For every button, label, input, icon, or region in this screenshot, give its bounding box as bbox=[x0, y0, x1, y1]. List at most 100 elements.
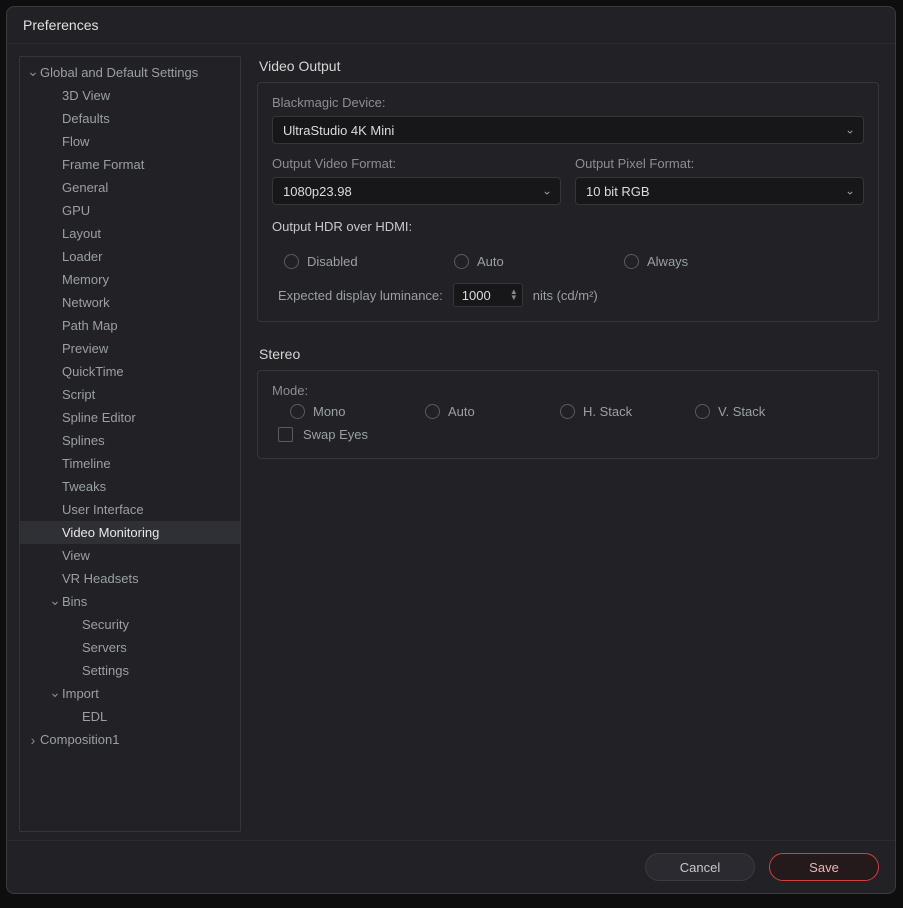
radio-label: Auto bbox=[448, 404, 475, 419]
sidebar-item-script[interactable]: Script bbox=[20, 383, 240, 406]
stereo-radio-vstack[interactable]: V. Stack bbox=[695, 404, 765, 419]
sidebar-item-timeline[interactable]: Timeline bbox=[20, 452, 240, 475]
sidebar-item-label: Spline Editor bbox=[62, 410, 234, 425]
radio-icon bbox=[624, 254, 639, 269]
stereo-group: Mode: Mono Auto H. Stack bbox=[257, 370, 879, 459]
sidebar-item-path-map[interactable]: Path Map bbox=[20, 314, 240, 337]
sidebar-item-spline-editor[interactable]: Spline Editor bbox=[20, 406, 240, 429]
window-body: Global and Default Settings 3D View Defa… bbox=[7, 44, 895, 840]
sidebar-item-layout[interactable]: Layout bbox=[20, 222, 240, 245]
chevron-down-icon: ⌄ bbox=[845, 183, 855, 197]
sidebar-item-settings[interactable]: Settings bbox=[20, 659, 240, 682]
sidebar-item-vr-headsets[interactable]: VR Headsets bbox=[20, 567, 240, 590]
section-title-video-output: Video Output bbox=[259, 58, 879, 74]
section-title-stereo: Stereo bbox=[259, 346, 879, 362]
hdr-radio-disabled[interactable]: Disabled bbox=[284, 254, 454, 269]
device-select-value: UltraStudio 4K Mini bbox=[283, 123, 394, 138]
hdr-radio-always[interactable]: Always bbox=[624, 254, 688, 269]
stereo-radio-hstack[interactable]: H. Stack bbox=[560, 404, 695, 419]
sidebar-item-label: Tweaks bbox=[62, 479, 234, 494]
radio-label: Auto bbox=[477, 254, 504, 269]
luminance-input[interactable]: 1000 ▲▼ bbox=[453, 283, 523, 307]
radio-icon bbox=[560, 404, 575, 419]
stereo-radio-mono[interactable]: Mono bbox=[290, 404, 425, 419]
sidebar-item-label: Defaults bbox=[62, 111, 234, 126]
radio-label: Mono bbox=[313, 404, 346, 419]
sidebar-item-label: Servers bbox=[82, 640, 234, 655]
radio-icon bbox=[454, 254, 469, 269]
window-title: Preferences bbox=[7, 7, 895, 44]
save-button[interactable]: Save bbox=[769, 853, 879, 881]
sidebar-item-tweaks[interactable]: Tweaks bbox=[20, 475, 240, 498]
stepper-icon[interactable]: ▲▼ bbox=[510, 289, 518, 301]
sidebar-item-servers[interactable]: Servers bbox=[20, 636, 240, 659]
sidebar-item-label: Script bbox=[62, 387, 234, 402]
sidebar-item-flow[interactable]: Flow bbox=[20, 130, 240, 153]
chevron-down-icon bbox=[48, 687, 62, 701]
button-label: Cancel bbox=[680, 860, 720, 875]
sidebar-item-defaults[interactable]: Defaults bbox=[20, 107, 240, 130]
sidebar-item-label: Video Monitoring bbox=[62, 525, 234, 540]
sidebar-group-global[interactable]: Global and Default Settings bbox=[20, 61, 240, 84]
radio-label: V. Stack bbox=[718, 404, 765, 419]
sidebar-item-label: General bbox=[62, 180, 234, 195]
sidebar-item-label: QuickTime bbox=[62, 364, 234, 379]
luminance-value: 1000 bbox=[462, 288, 491, 303]
sidebar-item-view[interactable]: View bbox=[20, 544, 240, 567]
sidebar-item-splines[interactable]: Splines bbox=[20, 429, 240, 452]
radio-icon bbox=[695, 404, 710, 419]
content-panel: Video Output Blackmagic Device: UltraStu… bbox=[257, 48, 887, 840]
sidebar-item-loader[interactable]: Loader bbox=[20, 245, 240, 268]
stereo-radio-auto[interactable]: Auto bbox=[425, 404, 560, 419]
sidebar-item-quicktime[interactable]: QuickTime bbox=[20, 360, 240, 383]
pixel-format-select-value: 10 bit RGB bbox=[586, 184, 650, 199]
sidebar-item-preview[interactable]: Preview bbox=[20, 337, 240, 360]
radio-icon bbox=[290, 404, 305, 419]
sidebar-item-general[interactable]: General bbox=[20, 176, 240, 199]
sidebar-item-label: Settings bbox=[82, 663, 234, 678]
cancel-button[interactable]: Cancel bbox=[645, 853, 755, 881]
swap-eyes-checkbox[interactable]: Swap Eyes bbox=[278, 427, 864, 442]
device-label: Blackmagic Device: bbox=[272, 95, 864, 110]
sidebar-item-memory[interactable]: Memory bbox=[20, 268, 240, 291]
luminance-units: nits (cd/m²) bbox=[533, 288, 598, 303]
sidebar-item-user-interface[interactable]: User Interface bbox=[20, 498, 240, 521]
sidebar-item-label: Frame Format bbox=[62, 157, 234, 172]
sidebar-group-label: Global and Default Settings bbox=[40, 65, 234, 80]
sidebar-item-label: GPU bbox=[62, 203, 234, 218]
sidebar-group-import[interactable]: Import bbox=[20, 682, 240, 705]
sidebar-item-label: Splines bbox=[62, 433, 234, 448]
pixel-format-label: Output Pixel Format: bbox=[575, 156, 864, 171]
sidebar-item-3d-view[interactable]: 3D View bbox=[20, 84, 240, 107]
chevron-down-icon bbox=[48, 595, 62, 609]
sidebar-item-label: Timeline bbox=[62, 456, 234, 471]
video-format-select-value: 1080p23.98 bbox=[283, 184, 352, 199]
video-output-group: Blackmagic Device: UltraStudio 4K Mini ⌄… bbox=[257, 82, 879, 322]
chevron-right-icon bbox=[26, 733, 40, 747]
stereo-mode-label: Mode: bbox=[272, 383, 864, 398]
sidebar-item-security[interactable]: Security bbox=[20, 613, 240, 636]
video-format-label: Output Video Format: bbox=[272, 156, 561, 171]
sidebar-item-video-monitoring[interactable]: Video Monitoring bbox=[20, 521, 240, 544]
sidebar-item-label: Network bbox=[62, 295, 234, 310]
sidebar-item-label: Memory bbox=[62, 272, 234, 287]
sidebar-item-frame-format[interactable]: Frame Format bbox=[20, 153, 240, 176]
radio-label: Disabled bbox=[307, 254, 358, 269]
checkbox-icon bbox=[278, 427, 293, 442]
video-format-select[interactable]: 1080p23.98 ⌄ bbox=[272, 177, 561, 205]
sidebar-item-edl[interactable]: EDL bbox=[20, 705, 240, 728]
pixel-format-select[interactable]: 10 bit RGB ⌄ bbox=[575, 177, 864, 205]
sidebar-item-label: Security bbox=[82, 617, 234, 632]
sidebar-item-gpu[interactable]: GPU bbox=[20, 199, 240, 222]
chevron-down-icon: ⌄ bbox=[542, 183, 552, 197]
chevron-down-icon bbox=[26, 66, 40, 80]
radio-label: H. Stack bbox=[583, 404, 632, 419]
sidebar-group-bins[interactable]: Bins bbox=[20, 590, 240, 613]
sidebar[interactable]: Global and Default Settings 3D View Defa… bbox=[19, 56, 241, 832]
sidebar-group-composition1[interactable]: Composition1 bbox=[20, 728, 240, 751]
radio-icon bbox=[425, 404, 440, 419]
hdr-radio-auto[interactable]: Auto bbox=[454, 254, 624, 269]
device-select[interactable]: UltraStudio 4K Mini ⌄ bbox=[272, 116, 864, 144]
button-label: Save bbox=[809, 860, 839, 875]
sidebar-item-network[interactable]: Network bbox=[20, 291, 240, 314]
